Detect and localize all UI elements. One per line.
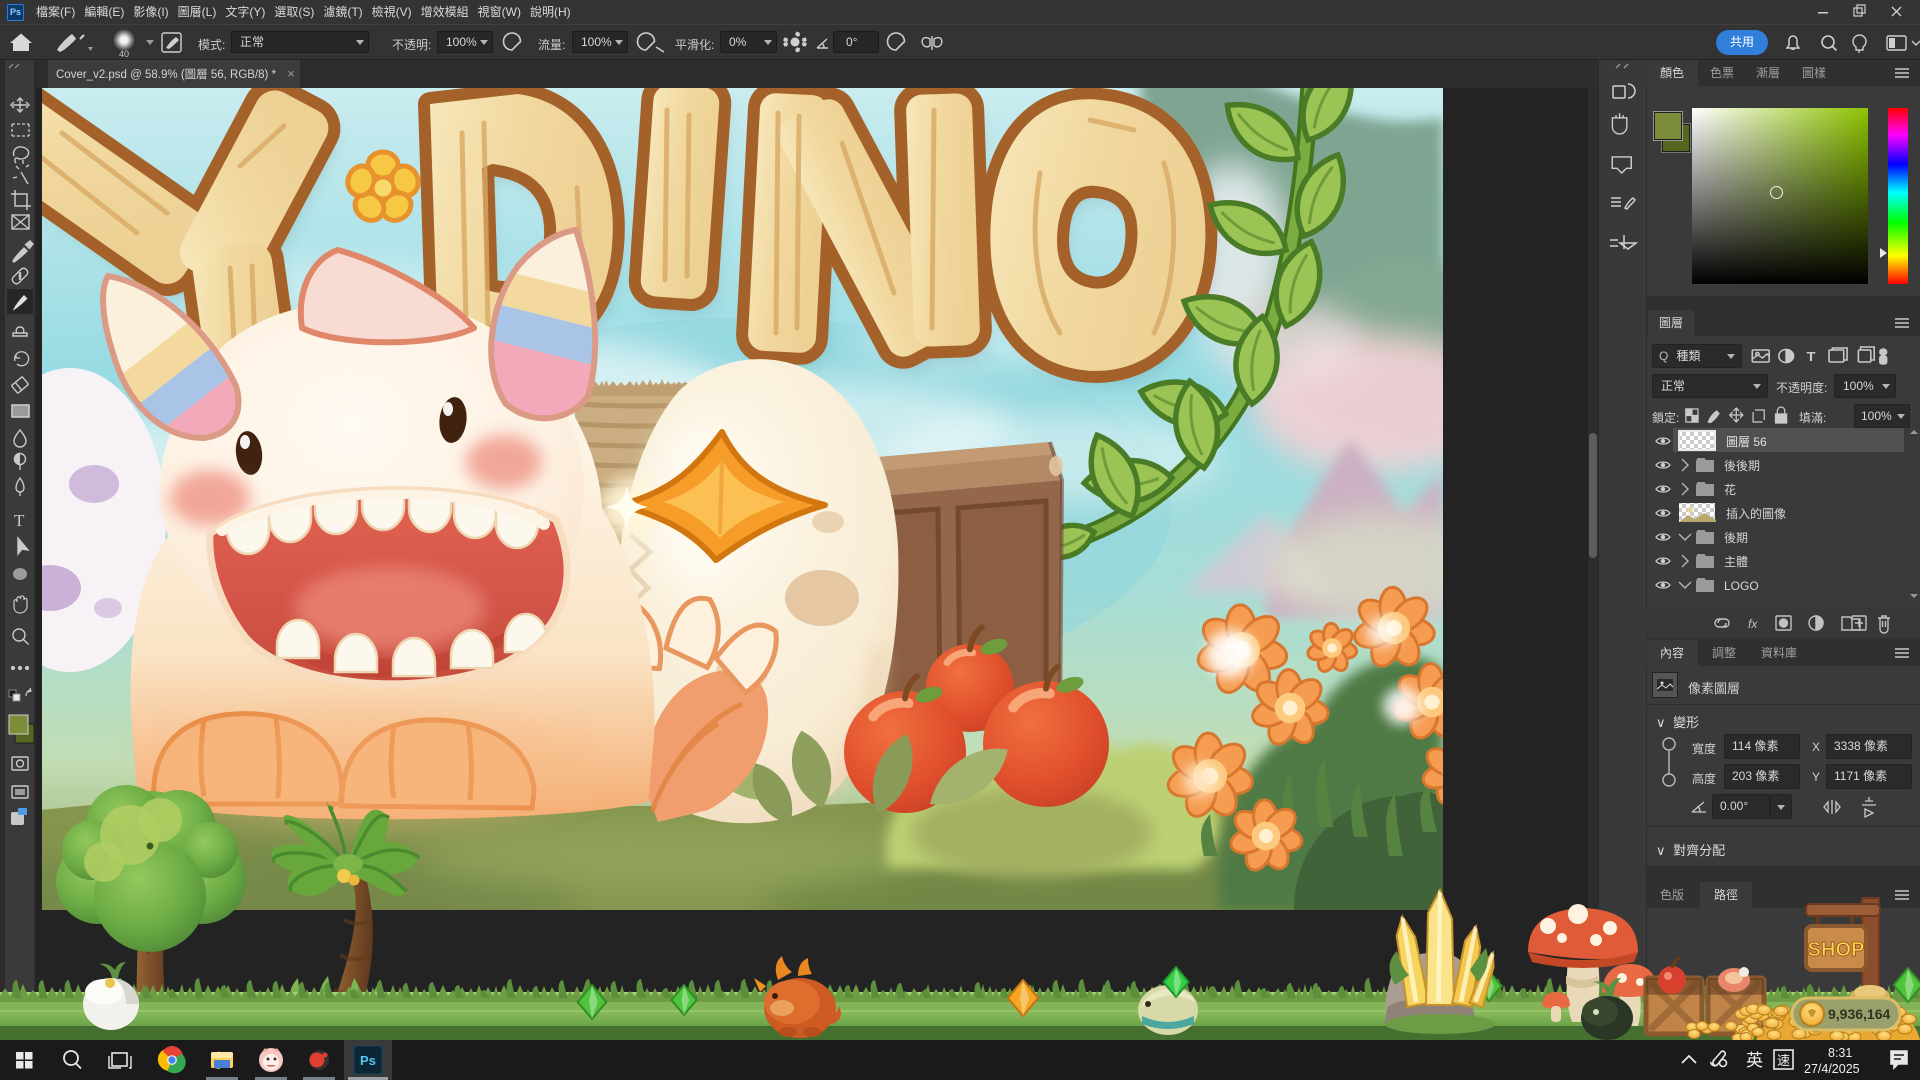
svg-text:英: 英 bbox=[1746, 1051, 1763, 1070]
svg-text:40: 40 bbox=[119, 49, 129, 59]
svg-text:T: T bbox=[1806, 349, 1816, 364]
svg-text:8:31: 8:31 bbox=[1828, 1046, 1852, 1060]
svg-text:LOGO: LOGO bbox=[1724, 579, 1759, 593]
svg-text:速: 速 bbox=[1777, 1053, 1790, 1068]
svg-text:Ps: Ps bbox=[360, 1053, 376, 1068]
svg-text:fx: fx bbox=[1748, 617, 1758, 631]
svg-text:T: T bbox=[14, 511, 25, 530]
svg-text:27/4/2025: 27/4/2025 bbox=[1804, 1062, 1860, 1076]
svg-text:花: 花 bbox=[1724, 482, 1736, 497]
svg-text:圖層 56: 圖層 56 bbox=[1726, 435, 1767, 449]
svg-text:SHOP: SHOP bbox=[1808, 939, 1865, 961]
svg-text:後期: 後期 bbox=[1724, 531, 1748, 545]
svg-text:後後期: 後後期 bbox=[1724, 459, 1760, 473]
svg-text:9,936,164: 9,936,164 bbox=[1828, 1006, 1890, 1022]
svg-text:插入的圖像: 插入的圖像 bbox=[1726, 506, 1786, 521]
svg-text:主體: 主體 bbox=[1724, 555, 1748, 569]
